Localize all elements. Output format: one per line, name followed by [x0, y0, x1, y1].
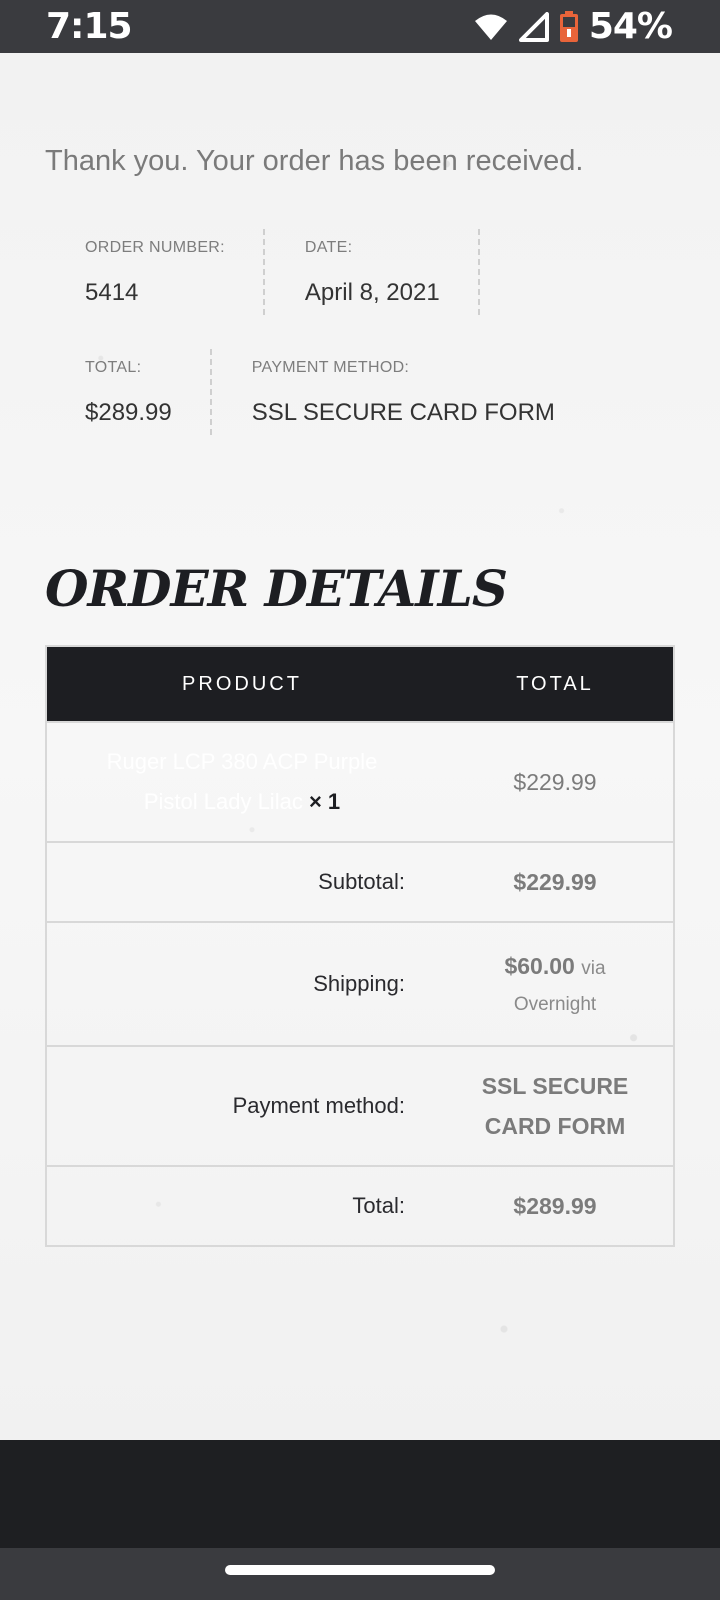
order-date-label: DATE: [304, 239, 353, 256]
shipping-cell: $60.00 via Overnight [437, 953, 673, 1016]
shipping-via: via [581, 957, 606, 979]
total-label: Total: [352, 1193, 405, 1218]
order-number-value: 5414 [85, 279, 139, 306]
product-quantity: × 1 [308, 789, 341, 814]
battery-icon [559, 10, 579, 43]
wifi-icon [473, 12, 509, 42]
order-payment-method: PAYMENT METHOD: SSL SECURE CARD FORM [212, 349, 593, 435]
order-details-title: ORDER DETAILS [45, 559, 508, 618]
table-row: Total: $289.99 [47, 1165, 673, 1245]
table-row: Shipping: $60.00 via Overnight [47, 921, 673, 1045]
order-date-value: April 8, 2021 [304, 279, 440, 306]
shipping-label: Shipping: [313, 971, 405, 996]
order-overview-row-2: TOTAL: $289.99 PAYMENT METHOD: SSL SECUR… [45, 349, 593, 435]
product-cell: Ruger LCP 380 ACP Purple Pistol Lady Lil… [47, 742, 437, 822]
product-link[interactable]: Ruger LCP 380 ACP Purple [107, 749, 378, 774]
site-footer [0, 1440, 720, 1548]
table-row: Payment method: SSL SECURE CARD FORM [47, 1045, 673, 1165]
payment-line-1: SSL SECURE [481, 1073, 629, 1099]
order-date: DATE: April 8, 2021 [265, 229, 480, 315]
header-product: PRODUCT [182, 672, 302, 695]
thank-you-message: Thank you. Your order has been received. [45, 145, 584, 177]
order-number: ORDER NUMBER: 5414 [45, 229, 265, 315]
product-link-line2[interactable]: Pistol Lady Lilac [144, 789, 303, 814]
home-indicator[interactable] [225, 1565, 495, 1575]
order-details-table: PRODUCT TOTAL Ruger LCP 380 ACP Purple P… [45, 645, 675, 1247]
product-price: $229.99 [513, 768, 597, 795]
order-number-label: ORDER NUMBER: [85, 239, 225, 256]
subtotal-label: Subtotal: [318, 869, 405, 894]
payment-line-2: CARD FORM [484, 1113, 626, 1139]
table-row: Ruger LCP 380 ACP Purple Pistol Lady Lil… [47, 721, 673, 841]
status-icons: 54% [473, 6, 673, 47]
order-total: TOTAL: $289.99 [45, 349, 212, 435]
shipping-method: Overnight [513, 993, 597, 1015]
payment-method-row-label: Payment method: [232, 1093, 405, 1118]
battery-percent: 54% [588, 6, 673, 47]
payment-method-value: SSL SECURE CARD FORM [251, 399, 555, 426]
table-header: PRODUCT TOTAL [47, 647, 673, 721]
payment-method-label: PAYMENT METHOD: [251, 359, 410, 376]
payment-method-row-value: SSL SECURE CARD FORM [437, 1066, 673, 1146]
total-value: $289.99 [513, 1192, 597, 1219]
shipping-amount: $60.00 [504, 952, 575, 979]
order-received-page: Thank you. Your order has been received.… [0, 53, 720, 1440]
order-total-value: $289.99 [85, 399, 172, 426]
order-overview-row-1: ORDER NUMBER: 5414 DATE: April 8, 2021 [45, 229, 480, 315]
header-total: TOTAL [516, 672, 594, 695]
table-row: Subtotal: $229.99 [47, 841, 673, 921]
signal-icon [518, 11, 549, 42]
subtotal-value: $229.99 [513, 868, 597, 895]
status-bar: 7:15 54% [0, 0, 720, 53]
status-time: 7:15 [46, 6, 133, 47]
order-total-label: TOTAL: [85, 359, 142, 376]
navigation-bar [0, 1548, 720, 1600]
